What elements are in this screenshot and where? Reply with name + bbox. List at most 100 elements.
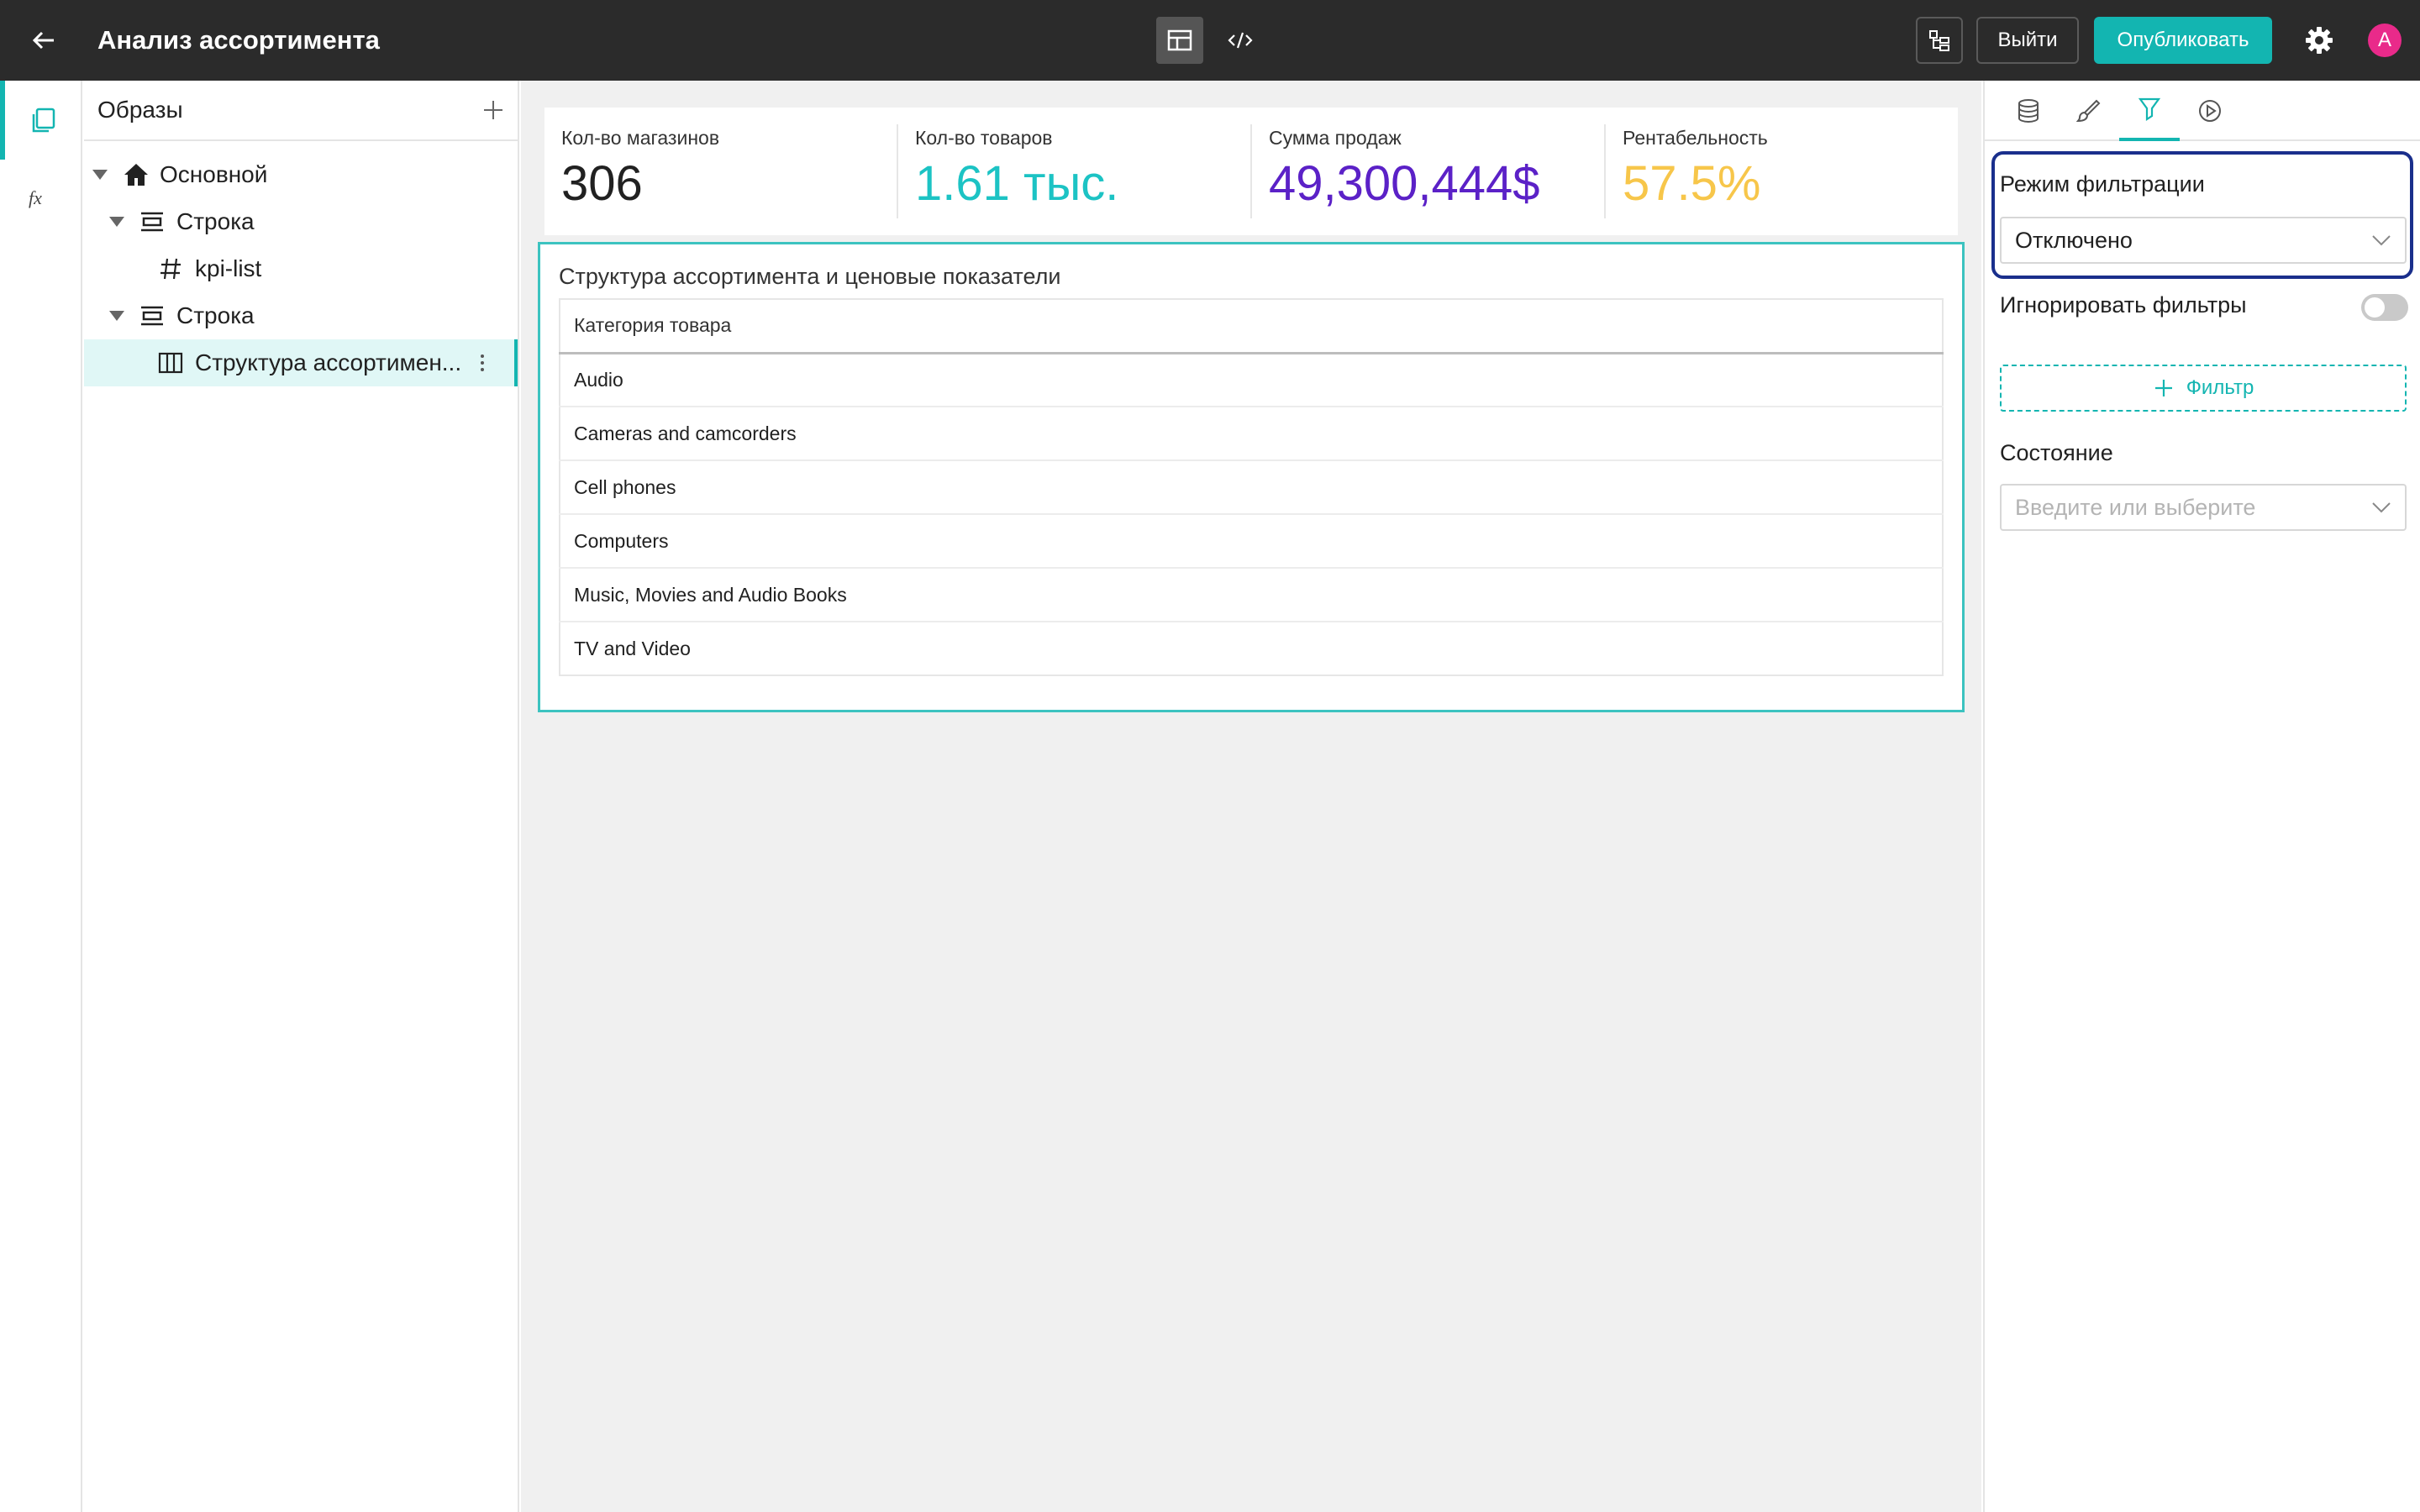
view-mode-toggle (1156, 17, 1264, 64)
publish-button[interactable]: Опубликовать (2094, 17, 2272, 64)
table-cell: Computers (560, 513, 1943, 568)
left-rail: fx (0, 81, 82, 1512)
add-filter-label: Фильтр (2186, 376, 2254, 399)
filter-icon (2138, 97, 2161, 122)
column-header-category[interactable]: Категория товара (560, 299, 1943, 354)
plus-icon[interactable] (482, 99, 504, 121)
structure-icon (1929, 30, 1949, 51)
state-placeholder: Введите или выберите (2015, 494, 2256, 520)
table-cell: Music, Movies and Audio Books (560, 567, 1943, 622)
table-cell: Cell phones (560, 459, 1943, 514)
kpi-profitability[interactable]: Рентабельность 57.5% (1606, 124, 1958, 218)
back-button[interactable] (24, 20, 64, 60)
row-icon (141, 306, 163, 326)
dashboard-canvas: Кол-во магазинов 306 Кол-во товаров 1.61… (521, 81, 1981, 1512)
kpi-value: 1.61 тыс. (915, 156, 1119, 211)
tab-data[interactable] (1998, 81, 2059, 141)
structure-button[interactable] (1916, 17, 1963, 64)
tree-node-label: kpi-list (195, 255, 262, 281)
kpi-label: Кол-во магазинов (561, 127, 720, 149)
home-icon (124, 164, 148, 186)
page-title: Анализ ассортимента (97, 25, 380, 55)
table-cell: Cameras and camcorders (560, 406, 1943, 460)
table-row[interactable]: Computers (560, 513, 1943, 568)
table-row[interactable]: TV and Video (560, 621, 1943, 675)
expand-caret-icon[interactable] (92, 170, 108, 180)
layout-icon (1167, 29, 1192, 51)
top-bar: Анализ ассортимента Выйти Опубликовать A (0, 0, 2420, 81)
table-row[interactable]: Music, Movies and Audio Books (560, 567, 1943, 622)
rail-item-formulas[interactable]: fx (0, 160, 82, 239)
kpi-stores[interactable]: Кол-во магазинов 306 (544, 124, 898, 218)
kpi-value: 57.5% (1623, 156, 1761, 211)
kpi-label: Кол-во товаров (915, 127, 1053, 149)
tree-node-kpi-list[interactable]: kpi-list (158, 245, 261, 292)
state-label: Состояние (2000, 440, 2113, 465)
kpi-value: 49,300,444$ (1269, 156, 1540, 211)
play-circle-icon (2199, 100, 2221, 122)
properties-panel: Режим фильтрации Отключено Игнорировать … (1983, 81, 2420, 1512)
code-mode-button[interactable] (1217, 17, 1264, 64)
exit-button[interactable]: Выйти (1976, 17, 2079, 64)
pages-icon (32, 108, 55, 133)
table-row[interactable]: Cell phones (560, 459, 1943, 514)
tree-node-assortment-table[interactable]: Структура ассортимен... (84, 339, 518, 386)
images-panel-title: Образы (97, 97, 183, 123)
tree-node-label: Основной (160, 161, 268, 187)
settings-button[interactable] (2299, 20, 2339, 60)
hash-icon (160, 258, 181, 280)
add-filter-button[interactable]: Фильтр (2000, 365, 2407, 412)
images-panel: Образы Основной Строка kpi-list Строка С… (84, 81, 519, 1512)
table-cell: Audio (560, 352, 1943, 407)
tree-node-label: Структура ассортимен... (195, 349, 462, 375)
filter-mode-value: Отключено (2015, 227, 2133, 253)
kpi-label: Сумма продаж (1269, 127, 1402, 149)
filter-mode-label: Режим фильтрации (2000, 171, 2205, 197)
kpi-products[interactable]: Кол-во товаров 1.61 тыс. (898, 124, 1252, 218)
toggle-knob (2365, 297, 2385, 318)
arrow-left-icon (32, 31, 54, 50)
table-icon (158, 352, 183, 374)
tree-node-row[interactable]: Строка (109, 198, 255, 245)
table-cell: TV and Video (560, 621, 1943, 675)
layout-mode-button[interactable] (1156, 17, 1203, 64)
gear-icon (2306, 27, 2333, 54)
tree-node-main[interactable]: Основной (92, 151, 267, 198)
tab-style[interactable] (2059, 81, 2119, 141)
table-row[interactable]: Cameras and camcorders (560, 406, 1943, 460)
brush-icon (2076, 99, 2101, 123)
assortment-table-widget[interactable]: Структура ассортимента и ценовые показат… (538, 242, 1965, 712)
state-select[interactable]: Введите или выберите (2000, 484, 2407, 531)
code-icon (1228, 32, 1253, 49)
kpi-sales[interactable]: Сумма продаж 49,300,444$ (1252, 124, 1606, 218)
row-icon (141, 212, 163, 232)
tree-node-label: Строка (176, 208, 255, 234)
tree-node-label: Строка (176, 302, 255, 328)
expand-caret-icon[interactable] (109, 217, 124, 227)
chevron-down-icon (2372, 502, 2391, 513)
kpi-label: Рентабельность (1623, 127, 1768, 149)
rail-item-images[interactable] (0, 81, 82, 160)
assortment-table: Категория товара Audio Cameras and camco… (559, 298, 1944, 676)
properties-tabs (1985, 81, 2420, 141)
chevron-down-icon (2372, 235, 2391, 246)
ignore-filters-label: Игнорировать фильтры (2000, 292, 2247, 318)
filter-mode-select[interactable]: Отключено (2000, 217, 2407, 264)
database-icon (2018, 99, 2039, 123)
avatar[interactable]: A (2368, 24, 2402, 57)
images-panel-header: Образы (84, 81, 518, 141)
tab-filters[interactable] (2119, 81, 2180, 141)
kpi-value: 306 (561, 156, 643, 211)
expand-caret-icon[interactable] (109, 311, 124, 321)
svg-text:fx: fx (29, 187, 42, 208)
tree-node-row[interactable]: Строка (109, 292, 255, 339)
table-row[interactable]: Audio (560, 352, 1943, 407)
table-header-row: Категория товара (560, 299, 1943, 354)
plus-icon (2154, 380, 2172, 396)
tab-actions[interactable] (2180, 81, 2240, 141)
widget-title: Структура ассортимента и ценовые показат… (559, 264, 1061, 289)
ignore-filters-toggle[interactable] (2361, 294, 2408, 321)
more-vertical-icon[interactable] (479, 353, 486, 373)
kpi-list[interactable]: Кол-во магазинов 306 Кол-во товаров 1.61… (544, 108, 1958, 235)
function-icon: fx (29, 187, 42, 208)
